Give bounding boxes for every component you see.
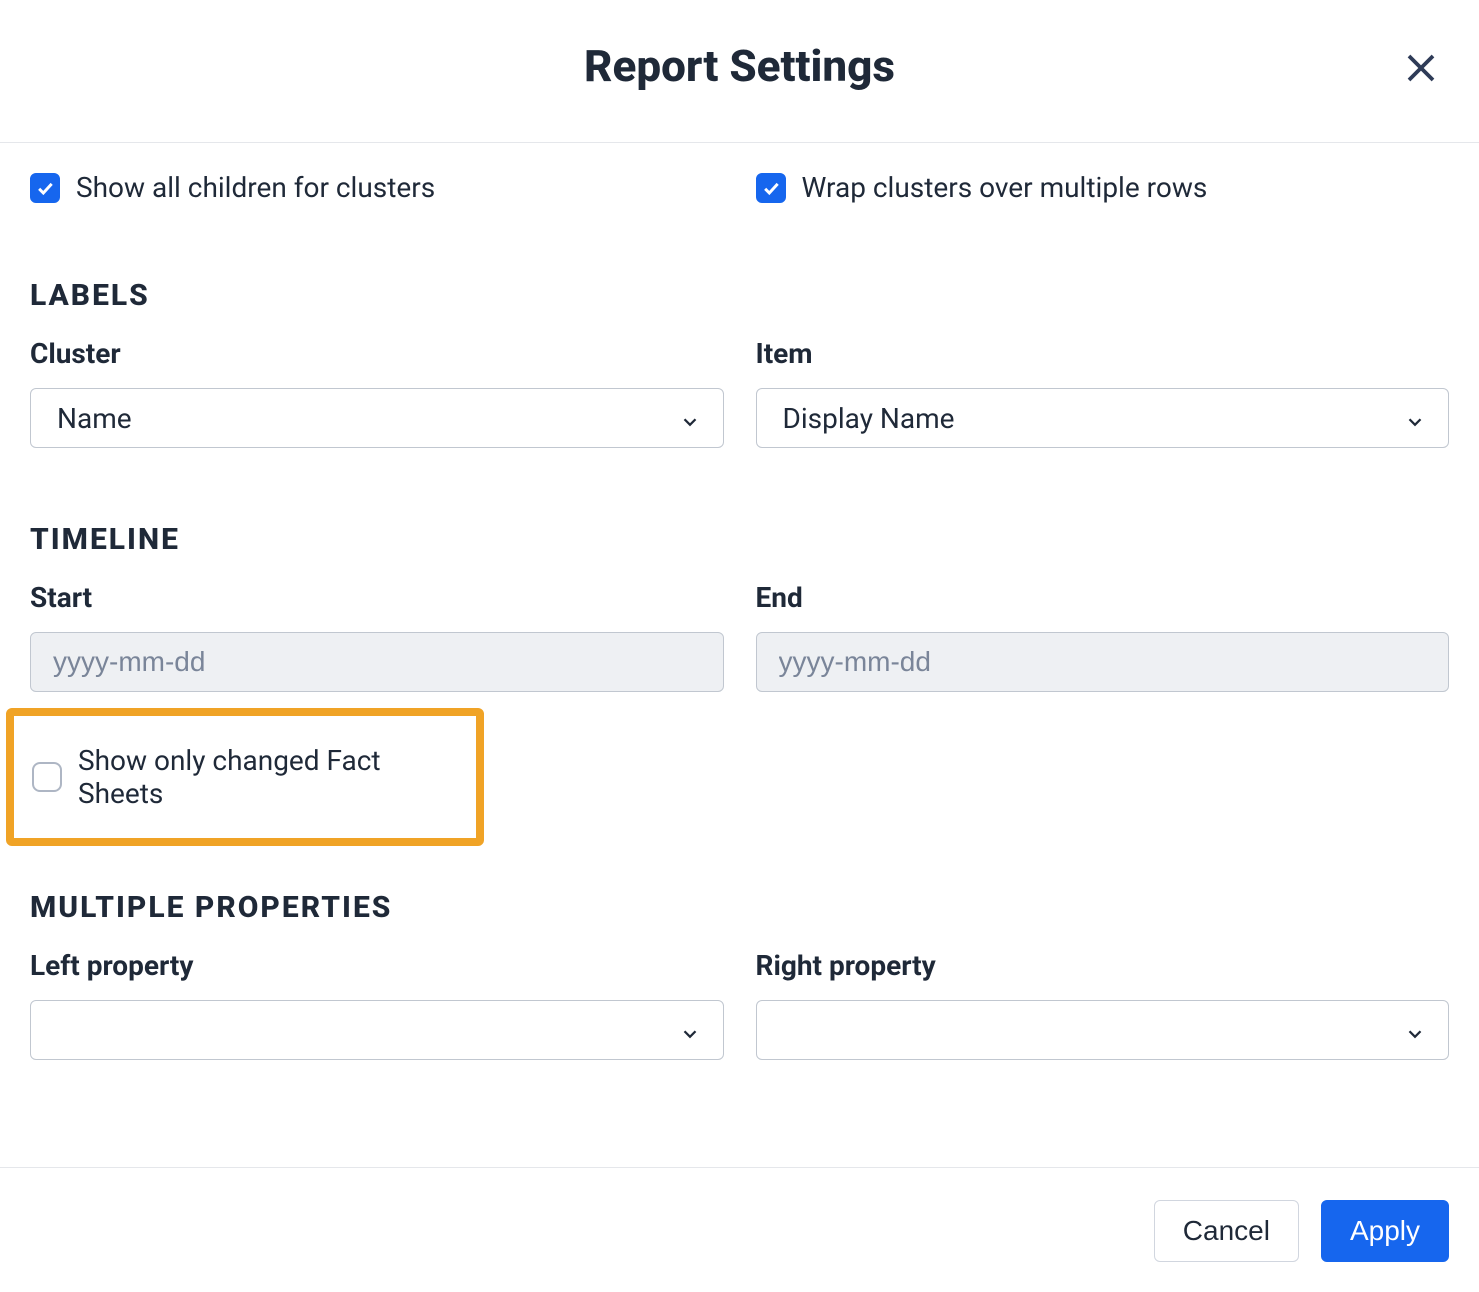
right-property-select[interactable] <box>756 1000 1450 1060</box>
chevron-down-icon <box>679 1019 701 1041</box>
cluster-select-value: Name <box>57 402 132 435</box>
apply-button[interactable]: Apply <box>1321 1200 1449 1262</box>
cluster-select[interactable]: Name <box>30 388 724 448</box>
item-select[interactable]: Display Name <box>756 388 1450 448</box>
show-all-children-label: Show all children for clusters <box>76 171 435 204</box>
close-button[interactable] <box>1397 44 1445 95</box>
chevron-down-icon <box>679 407 701 429</box>
timeline-heading: TIMELINE <box>30 522 1449 557</box>
item-label: Item <box>756 337 1450 370</box>
right-property-label: Right property <box>756 949 1450 982</box>
top-options-row: Show all children for clusters Wrap clus… <box>30 171 1449 204</box>
checkbox-unchecked-icon <box>32 762 62 792</box>
labels-row: Cluster Name Item Display Name <box>30 337 1449 448</box>
show-all-children-option[interactable]: Show all children for clusters <box>30 171 724 204</box>
start-label: Start <box>30 581 724 614</box>
end-date-input[interactable] <box>756 632 1450 692</box>
modal-title: Report Settings <box>584 40 895 92</box>
report-settings-modal: Report Settings Show all children for cl… <box>0 0 1479 1292</box>
close-icon <box>1403 50 1439 86</box>
end-label: End <box>756 581 1450 614</box>
timeline-row: Start End <box>30 581 1449 692</box>
modal-body: Show all children for clusters Wrap clus… <box>0 143 1479 1167</box>
checkbox-checked-icon <box>756 173 786 203</box>
cluster-label: Cluster <box>30 337 724 370</box>
cancel-button[interactable]: Cancel <box>1154 1200 1299 1262</box>
labels-heading: LABELS <box>30 278 1449 313</box>
multiple-properties-row: Left property Right property <box>30 949 1449 1060</box>
wrap-clusters-option[interactable]: Wrap clusters over multiple rows <box>756 171 1450 204</box>
item-select-value: Display Name <box>783 402 955 435</box>
start-date-input[interactable] <box>30 632 724 692</box>
modal-footer: Cancel Apply <box>0 1167 1479 1292</box>
left-property-label: Left property <box>30 949 724 982</box>
show-only-changed-label: Show only changed Fact Sheets <box>78 744 458 810</box>
left-property-select[interactable] <box>30 1000 724 1060</box>
chevron-down-icon <box>1404 1019 1426 1041</box>
wrap-clusters-label: Wrap clusters over multiple rows <box>802 171 1208 204</box>
multiple-properties-heading: MULTIPLE PROPERTIES <box>30 890 1449 925</box>
chevron-down-icon <box>1404 407 1426 429</box>
checkbox-checked-icon <box>30 173 60 203</box>
modal-header: Report Settings <box>0 0 1479 143</box>
show-only-changed-option[interactable]: Show only changed Fact Sheets <box>6 708 484 846</box>
